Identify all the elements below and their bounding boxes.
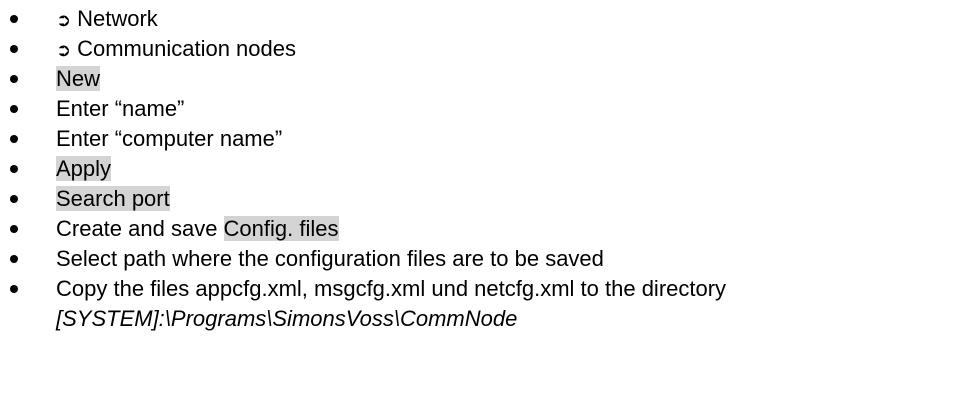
bullet-icon	[10, 105, 18, 113]
highlighted-button-name: Search port	[56, 186, 170, 211]
list-item-text: Communication nodes	[77, 36, 296, 61]
list-item-apply: Apply	[0, 154, 953, 184]
list-item-text: Copy the files appcfg.xml, msgcfg.xml un…	[56, 276, 727, 301]
directory-path: [SYSTEM]:\Programs\SimonsVoss\CommNode	[56, 306, 518, 331]
bullet-icon	[10, 165, 18, 173]
arrow-icon: ➲	[56, 40, 72, 61]
list-item-text: Create and save	[56, 216, 224, 241]
list-item-communication-nodes: ➲ Communication nodes	[0, 34, 953, 64]
list-item-enter-name: Enter “name”	[0, 94, 953, 124]
list-item-text: Enter “name”	[56, 96, 185, 121]
list-item-text: Enter “computer name”	[56, 126, 283, 151]
bullet-icon	[10, 225, 18, 233]
bullet-icon	[10, 285, 18, 293]
bullet-icon	[10, 255, 18, 263]
list-item-new: New	[0, 64, 953, 94]
list-item-text: Select path where the configuration file…	[56, 246, 604, 271]
list-item-search-port: Search port	[0, 184, 953, 214]
list-item-text: Network	[77, 6, 158, 31]
bullet-icon	[10, 195, 18, 203]
list-item-create-config: Create and save Config. files	[0, 214, 953, 244]
highlighted-button-name: Config. files	[223, 216, 339, 241]
highlighted-button-name: Apply	[56, 156, 112, 181]
instruction-list: ➲ Network ➲ Communication nodes New Enter …	[0, 4, 953, 334]
bullet-icon	[10, 45, 18, 53]
list-item-network: ➲ Network	[0, 4, 953, 34]
bullet-icon	[10, 135, 18, 143]
arrow-icon: ➲	[56, 10, 72, 31]
bullet-icon	[10, 15, 18, 23]
bullet-icon	[10, 75, 18, 83]
list-item-copy-files: Copy the files appcfg.xml, msgcfg.xml un…	[0, 274, 953, 334]
highlighted-button-name: New	[56, 66, 101, 91]
list-item-enter-computer-name: Enter “computer name”	[0, 124, 953, 154]
list-item-select-path: Select path where the configuration file…	[0, 244, 953, 274]
